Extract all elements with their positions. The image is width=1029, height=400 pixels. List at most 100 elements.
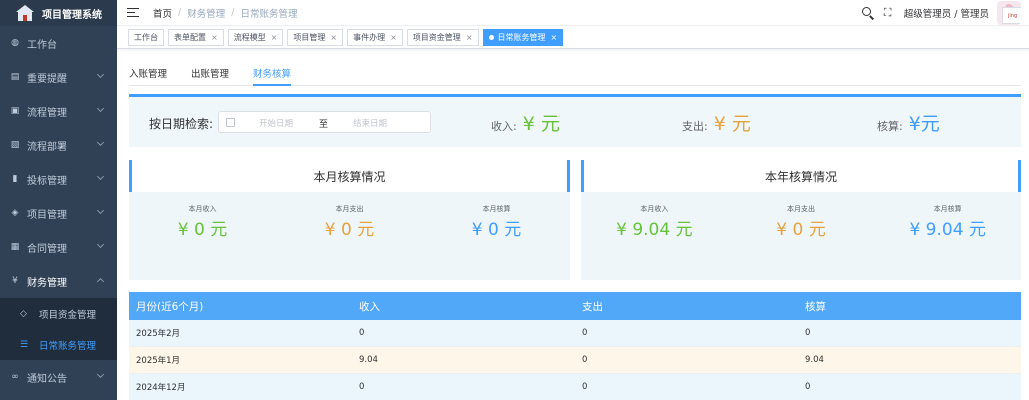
- hamburger-icon[interactable]: [127, 7, 139, 18]
- sidebar: 项目管理系统 ◍ 工作台 ▤ 重要提醒 ▣ 流程管理 ▧ 流程部署 ▮ 投标管理 ◈ 项目管理 ▦ 合同管…: [0, 0, 117, 400]
- chevron-down-icon: [96, 277, 105, 286]
- table-cell: 0: [359, 382, 365, 392]
- search-icon[interactable]: [861, 7, 874, 20]
- close-icon[interactable]: ×: [211, 33, 218, 42]
- close-icon[interactable]: ×: [330, 33, 337, 42]
- reminder-icon: ▤: [10, 72, 20, 82]
- tag-label: 表单配置: [174, 33, 206, 42]
- tag-7[interactable]: 日常账务管理 ×: [482, 29, 564, 46]
- sidebar-item-label: 财务管理: [27, 277, 67, 289]
- monthly-expense-label: 本月支出: [335, 205, 364, 213]
- table-cell: 0: [582, 355, 588, 365]
- sidebar-item-label: 重要提醒: [27, 73, 67, 85]
- search-income: 收入: ¥ 元: [491, 109, 560, 136]
- chevron-down-icon: [96, 370, 105, 379]
- sidebar-item-3[interactable]: ▣ 流程管理: [0, 94, 117, 128]
- close-icon[interactable]: ×: [390, 33, 397, 42]
- header-right: ⛶ 超级管理员 / 管理员 jing: [861, 0, 1021, 26]
- yearly-expense-label: 本月支出: [787, 205, 815, 213]
- sidebar-item-7[interactable]: ▦ 合同管理: [0, 230, 117, 264]
- yearly-title: 本年核算情况: [581, 160, 1021, 192]
- table-header: 月份(近6个月) 收入 支出 核算: [129, 292, 1021, 320]
- tag-label: 工作台: [134, 33, 158, 42]
- tag-label: 项目资金管理: [412, 33, 461, 42]
- project-icon: ◈: [11, 208, 19, 218]
- breadcrumb-separator: /: [231, 7, 235, 18]
- start-date-input[interactable]: 开始日期: [259, 117, 293, 129]
- subtab-3[interactable]: 财务核算: [253, 60, 292, 86]
- table-header-cell: 收入: [359, 300, 380, 313]
- table-cell: 0: [582, 328, 588, 338]
- tag-6[interactable]: 项目资金管理 ×: [406, 29, 479, 46]
- monthly-income-label: 本月收入: [188, 205, 217, 213]
- tag-label: 事件办理: [353, 33, 386, 42]
- logo[interactable]: 项目管理系统: [0, 0, 117, 26]
- monthly-title: 本月核算情况: [129, 160, 570, 192]
- sidebar-subitem-1[interactable]: ◇ 项目资金管理: [0, 298, 117, 329]
- building-logo-icon: [16, 5, 34, 21]
- finance-subtabs: 入账管理 出账管理 财务核算: [129, 60, 1021, 86]
- monthly-panel: 本月核算情况 本月收入 ¥ 0 元 本月支出 ¥ 0 元 本月核算 ¥ 0 元: [129, 160, 570, 280]
- close-icon[interactable]: ×: [551, 33, 558, 42]
- monthly-summary-table: 月份(近6个月) 收入 支出 核算 2025年2月 0 0 0 2025年1月 9.04 0…: [129, 292, 1021, 400]
- app-title: 项目管理系统: [42, 9, 102, 21]
- table-body: 2025年2月 0 0 0 2025年1月 9.04 0 9.04 2024年12月 0 0 0: [129, 320, 1021, 400]
- notice-icon: ∞: [11, 372, 19, 382]
- sidebar-item-9[interactable]: ∞ 通知公告: [0, 360, 117, 394]
- bid-icon: ▮: [12, 174, 18, 184]
- date-search-bar: 按日期检索: 开始日期 至 结束日期 收入: ¥ 元 支出: ¥ 元 核算: ¥…: [129, 94, 1021, 147]
- ledger-icon: ☰: [20, 339, 29, 350]
- sidebar-item-label: 通知公告: [27, 373, 67, 385]
- sidebar-item-5[interactable]: ▮ 投标管理: [0, 162, 117, 196]
- table-header-cell: 核算: [805, 300, 826, 313]
- monthly-balance: 本月核算 ¥ 0 元: [423, 192, 570, 240]
- subtab-2[interactable]: 出账管理: [191, 60, 229, 85]
- sidebar-item-8[interactable]: ¥ 财务管理: [0, 264, 117, 298]
- dashboard-icon: ◍: [11, 38, 19, 48]
- breadcrumb: 首页 / 财务管理 / 日常账务管理: [153, 6, 297, 20]
- sidebar-item-label: 流程部署: [27, 141, 67, 153]
- active-dot-icon: [488, 35, 494, 40]
- tag-3[interactable]: 流程模型 ×: [227, 29, 284, 46]
- range-separator: 至: [319, 120, 329, 130]
- avatar[interactable]: jing: [997, 1, 1021, 25]
- sidebar-item-label: 合同管理: [27, 243, 67, 255]
- sidebar-subitem-label: 日常账务管理: [39, 340, 97, 352]
- date-range-picker[interactable]: 开始日期 至 结束日期: [218, 111, 431, 133]
- fullscreen-icon[interactable]: ⛶: [884, 7, 894, 18]
- breadcrumb-current: 日常账务管理: [240, 8, 298, 20]
- table-row: 2025年2月 0 0 0: [129, 320, 1021, 347]
- sidebar-item-4[interactable]: ▧ 流程部署: [0, 128, 117, 162]
- navbar: 首页 / 财务管理 / 日常账务管理 ⛶ 超级管理员 / 管理员 jing: [117, 0, 1029, 26]
- table-cell: 9.04: [805, 355, 824, 365]
- date-search-label: 按日期检索:: [149, 117, 214, 131]
- tag-2[interactable]: 表单配置 ×: [168, 29, 224, 46]
- tag-1[interactable]: 工作台: [128, 29, 164, 46]
- tag-4[interactable]: 项目管理 ×: [287, 29, 344, 46]
- monthly-balance-value: ¥ 0 元: [471, 220, 522, 240]
- close-icon[interactable]: ×: [466, 33, 473, 42]
- monthly-expense: 本月支出 ¥ 0 元: [276, 192, 423, 240]
- subtab-1[interactable]: 入账管理: [129, 60, 167, 85]
- sidebar-item-1[interactable]: ◍ 工作台: [0, 26, 117, 60]
- close-icon[interactable]: ×: [271, 33, 278, 42]
- end-date-input[interactable]: 结束日期: [353, 117, 387, 129]
- sidebar-item-6[interactable]: ◈ 项目管理: [0, 196, 117, 230]
- table-header-cell: 月份(近6个月): [136, 300, 204, 313]
- sidebar-subitem-2[interactable]: ☰ 日常账务管理: [0, 329, 117, 360]
- chevron-down-icon: [96, 206, 105, 215]
- yearly-balance-value: ¥ 9.04 元: [909, 220, 986, 240]
- sidebar-item-label: 工作台: [27, 39, 57, 51]
- breadcrumb-home[interactable]: 首页: [153, 6, 172, 20]
- table-header-cell: 支出: [582, 300, 603, 313]
- user-name[interactable]: 超级管理员 / 管理员: [904, 6, 989, 20]
- tag-5[interactable]: 事件办理 ×: [347, 29, 403, 46]
- monthly-income: 本月收入 ¥ 0 元: [129, 192, 276, 240]
- yearly-expense-value: ¥ 0 元: [776, 220, 826, 240]
- sidebar-item-2[interactable]: ▤ 重要提醒: [0, 60, 117, 94]
- table-cell: 0: [582, 382, 588, 392]
- chevron-down-icon: [96, 240, 105, 249]
- fund-icon: ◇: [20, 308, 27, 319]
- table-cell: 9.04: [359, 355, 378, 365]
- sidebar-menu: ◍ 工作台 ▤ 重要提醒 ▣ 流程管理 ▧ 流程部署 ▮ 投标管理 ◈ 项目管理 ▦ 合同管理 ¥ 财务管理 ◇…: [0, 26, 117, 394]
